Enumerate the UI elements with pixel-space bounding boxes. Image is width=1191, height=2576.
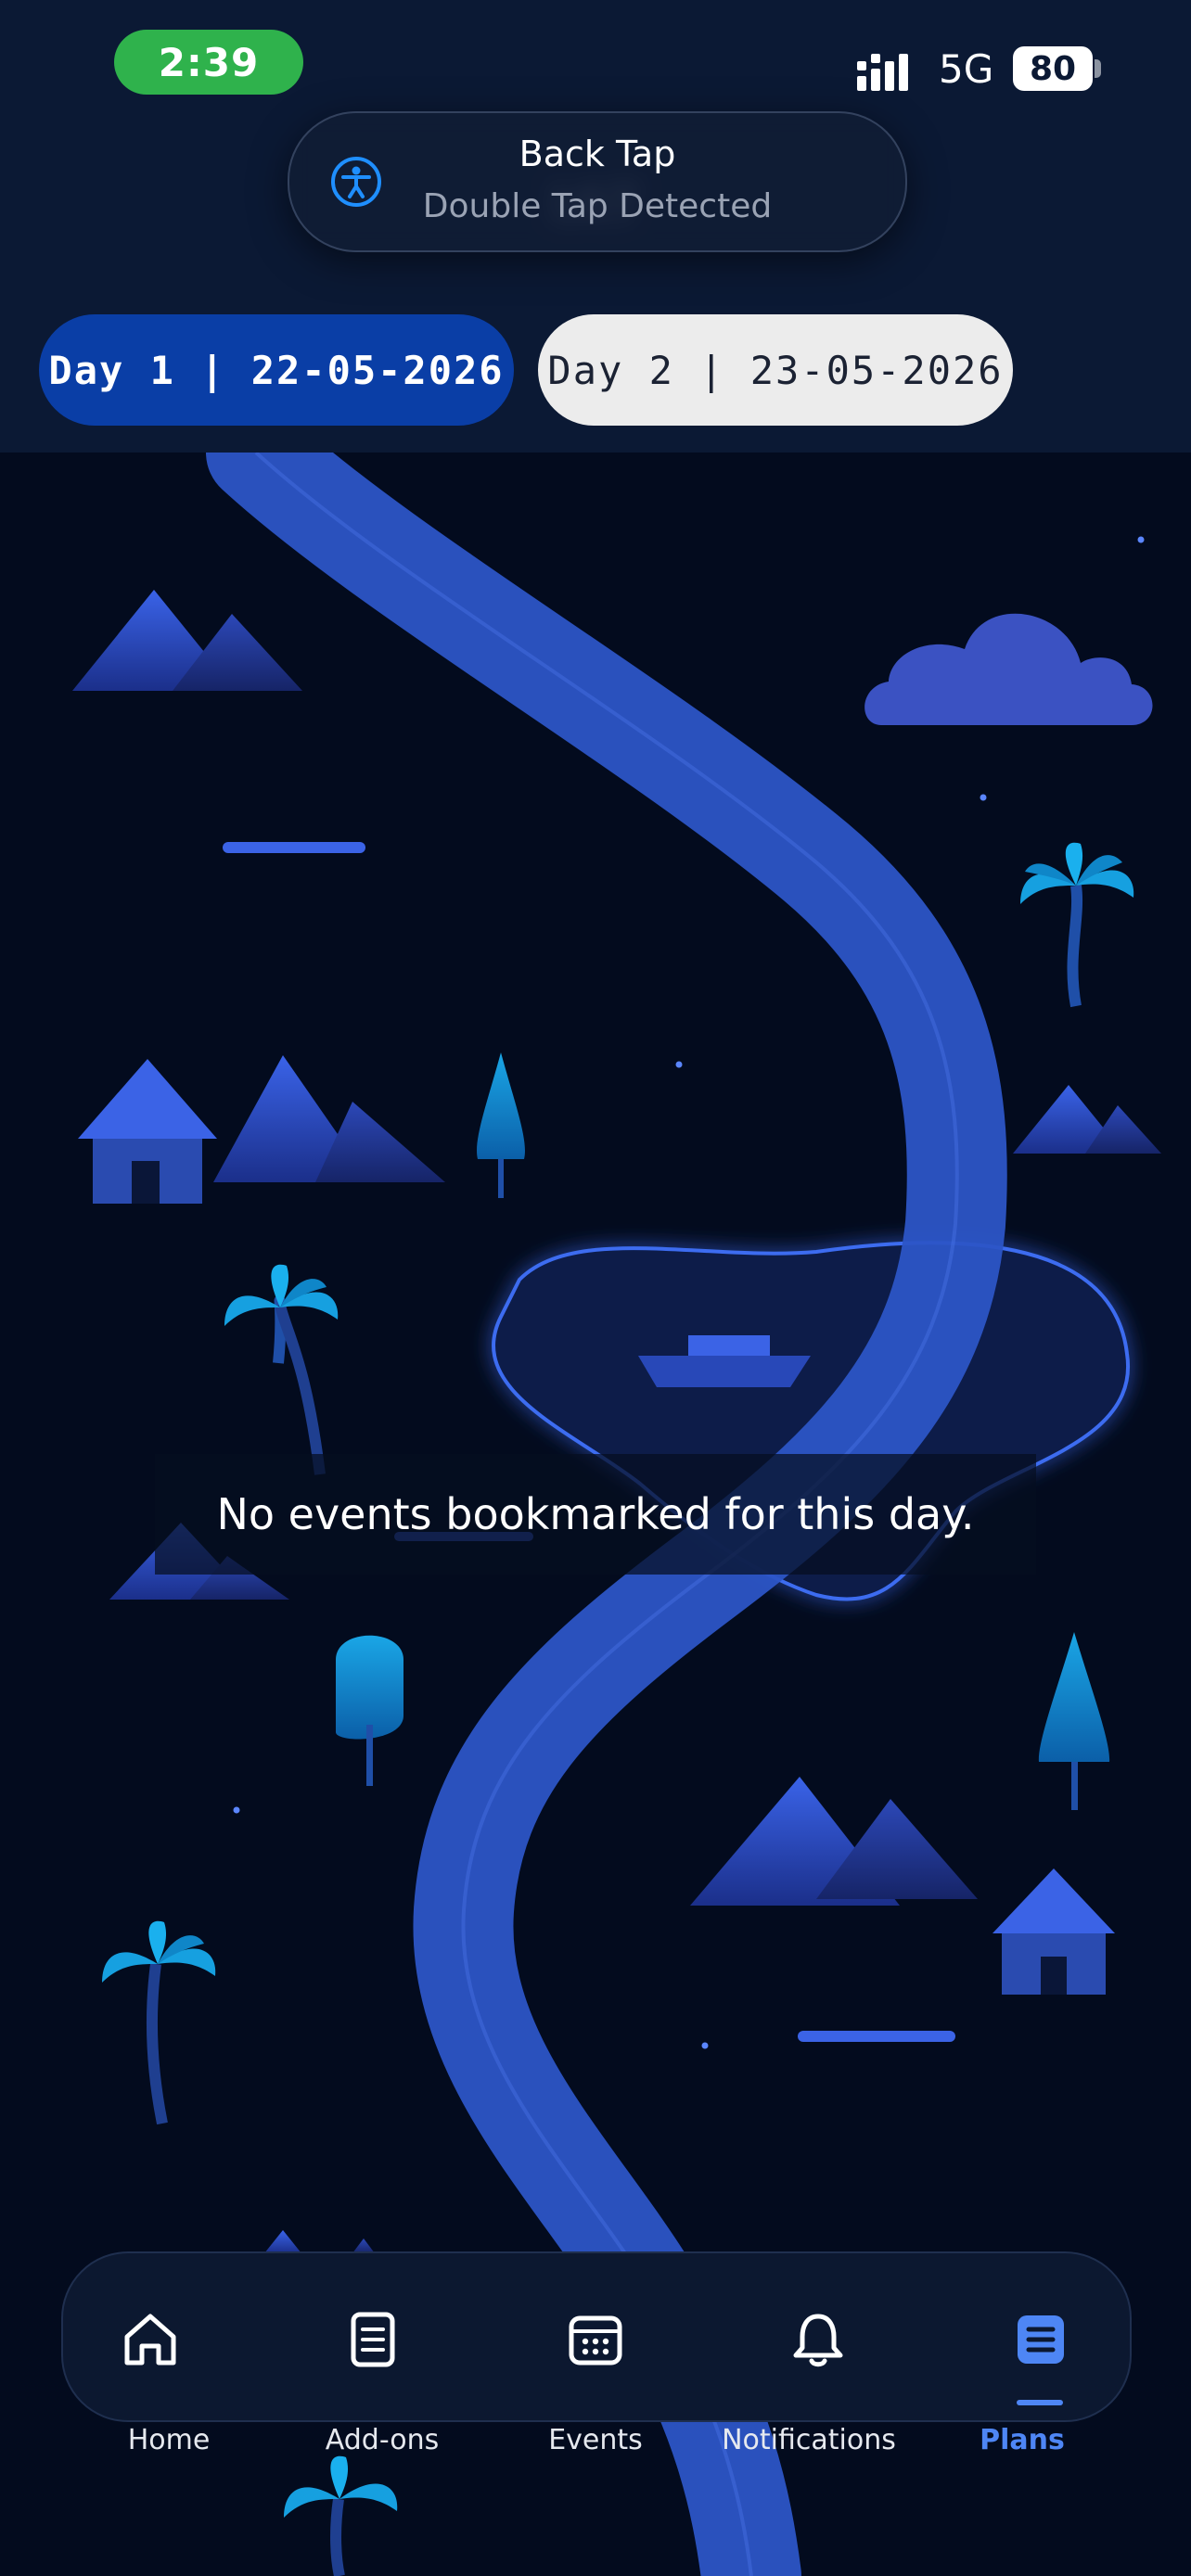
back-tap-toast[interactable]: Back Tap Double Tap Detected [288,111,907,252]
plans-icon[interactable] [1008,2307,1073,2372]
nav-item-add-ons[interactable]: Add-ons [271,2424,493,2456]
bell-icon[interactable] [786,2307,851,2372]
tab-day-2[interactable]: Day 2 | 23-05-2026 [538,314,1013,426]
document-icon[interactable] [340,2307,405,2372]
calendar-icon[interactable] [563,2307,628,2372]
active-tab-indicator [1017,2400,1063,2405]
header: 2:39 5G 80 IAT Back Tap Double Tap Detec… [0,0,1191,453]
empty-state-message: No events bookmarked for this day. [155,1454,1036,1575]
toast-title: Back Tap [519,134,676,174]
nav-item-home[interactable]: Home [58,2424,280,2456]
network-type: 5G [939,46,994,92]
battery-indicator: 80 [1013,46,1093,91]
battery-tip [1095,59,1101,78]
nav-item-notifications[interactable]: Notifications [698,2424,920,2456]
status-time: 2:39 [114,30,303,95]
toast-subtitle: Double Tap Detected [422,187,773,225]
home-icon[interactable] [118,2307,183,2372]
nav-item-plans[interactable]: Plans [911,2424,1133,2456]
tab-day-1[interactable]: Day 1 | 22-05-2026 [39,314,514,426]
nav-item-events[interactable]: Events [484,2424,707,2456]
signal-icon [857,54,908,91]
